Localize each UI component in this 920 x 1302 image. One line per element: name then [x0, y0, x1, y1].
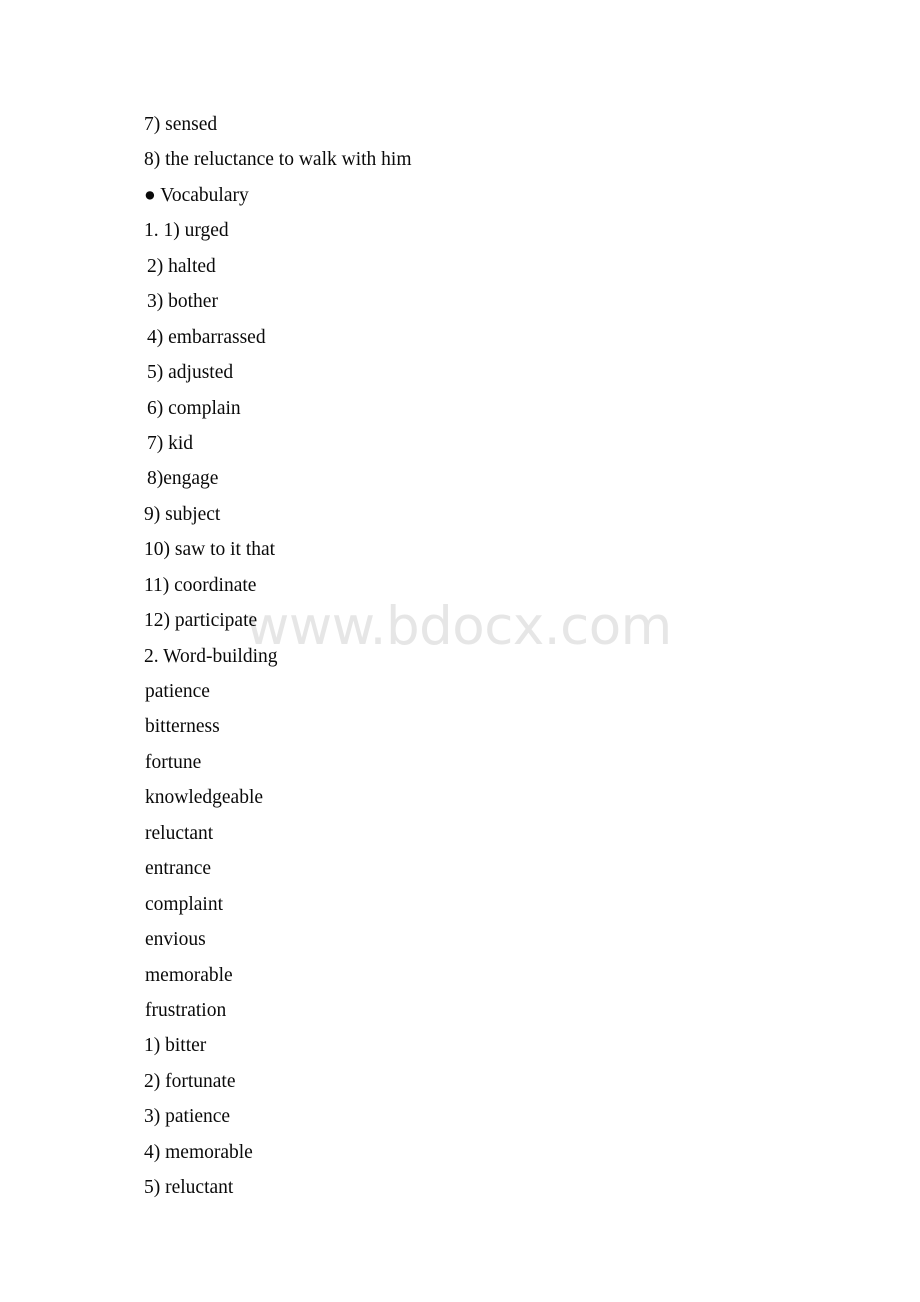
document-line: 5) adjusted	[147, 362, 234, 384]
document-line: 9) subject	[144, 503, 221, 525]
document-line: bitterness	[145, 716, 220, 738]
document-line: 6) complain	[147, 397, 241, 419]
document-line: 7) sensed	[144, 114, 218, 135]
document-line: complaint	[145, 893, 223, 915]
document-line: 3) bother	[147, 291, 218, 313]
document-line: 2) fortunate	[144, 1070, 236, 1092]
document-line: 8)engage	[147, 468, 219, 490]
document-body: 7) sensed 8) the reluctance to walk with …	[0, 0, 920, 1206]
document-line: frustration	[145, 999, 227, 1021]
document-line: memorable	[145, 964, 233, 986]
document-line: envious	[145, 929, 206, 951]
document-line: 12) participate	[144, 610, 258, 632]
document-line: 11) coordinate	[144, 574, 257, 596]
document-line: reluctant	[145, 822, 214, 844]
numbered-heading: 2. Word-building	[144, 645, 278, 667]
document-line: 4) embarrassed	[147, 326, 266, 348]
document-line: 4) memorable	[144, 1141, 253, 1163]
document-line: entrance	[145, 858, 212, 880]
document-line: patience	[145, 681, 210, 702]
document-line: fortune	[145, 751, 202, 773]
document-line: 3) patience	[144, 1106, 231, 1128]
document-line: 8) the reluctance to walk with him	[144, 149, 412, 171]
document-line: 7) kid	[147, 432, 194, 454]
document-line: 5) reluctant	[144, 1177, 234, 1199]
document-page: www.bdocx.com 7) sensed 8) the reluctance…	[0, 0, 920, 1302]
bullet-heading: ● Vocabulary	[144, 184, 249, 206]
document-line: knowledgeable	[145, 787, 264, 809]
document-line: 10) saw to it that	[144, 539, 276, 561]
numbered-heading: 1. 1) urged	[144, 220, 229, 242]
document-line: 1) bitter	[144, 1035, 207, 1057]
document-line: 2) halted	[147, 255, 216, 277]
